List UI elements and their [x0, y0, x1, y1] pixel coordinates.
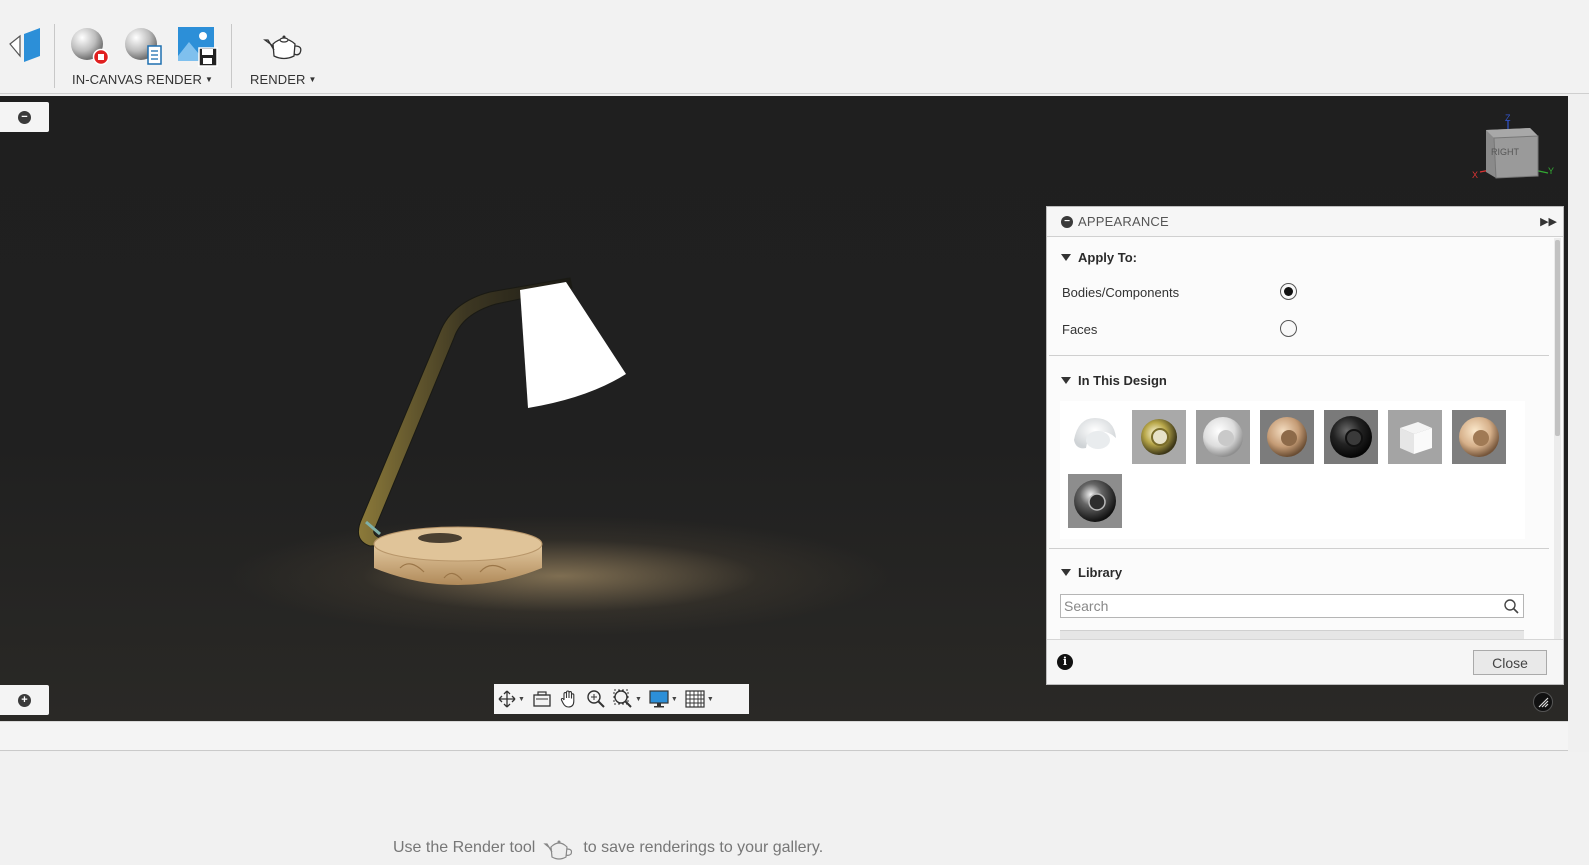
- viewcube-axis-x: X: [1472, 170, 1479, 180]
- scrollbar-thumb[interactable]: [1555, 240, 1560, 436]
- design-appearances-grid: [1060, 401, 1525, 539]
- render-mode-corner-icon[interactable]: [1533, 692, 1553, 712]
- library-search-box[interactable]: [1060, 594, 1524, 618]
- appearance-panel-header[interactable]: − APPEARANCE ▶▶: [1047, 207, 1563, 237]
- render-toolbar: IN-CANVAS RENDER ▼ RENDER ▼: [0, 0, 1589, 94]
- render-teapot-icon: [543, 840, 573, 860]
- orbit-icon: [498, 690, 516, 708]
- capture-image-icon[interactable]: [177, 26, 218, 67]
- in-this-design-section-header[interactable]: In This Design: [1061, 370, 1167, 390]
- section-divider: [1049, 548, 1549, 549]
- toolbar-separator: [54, 24, 55, 88]
- expand-timeline-button[interactable]: +: [0, 685, 49, 715]
- dark-chrome-material-icon[interactable]: [1068, 474, 1122, 528]
- white-glossy-material-icon[interactable]: [1068, 410, 1122, 464]
- plus-circle-icon: +: [18, 693, 31, 707]
- gallery-empty-message: Use the Render tool to save renderings t…: [393, 835, 823, 861]
- in-this-design-heading: In This Design: [1078, 372, 1167, 388]
- info-icon[interactable]: i: [1057, 654, 1073, 670]
- light-wood-material-icon[interactable]: [1260, 410, 1314, 464]
- render-teapot-icon[interactable]: [262, 26, 302, 66]
- grid-icon: [685, 690, 705, 708]
- monitor-icon: [649, 690, 669, 708]
- zoom-icon: [587, 690, 605, 708]
- zoom-tool[interactable]: [586, 689, 606, 709]
- orbit-tool[interactable]: ▼: [498, 690, 525, 708]
- zoom-window-icon: [613, 689, 632, 708]
- library-heading: Library: [1078, 564, 1123, 580]
- apply-to-section-header[interactable]: Apply To:: [1061, 247, 1137, 267]
- black-rubber-material-icon[interactable]: [1324, 410, 1378, 464]
- gallery-message-text-end: to save renderings to your gallery.: [583, 839, 824, 856]
- display-settings-tool[interactable]: ▼: [649, 690, 678, 708]
- appearance-panel-content: Apply To: Bodies/Components Faces In Thi…: [1047, 238, 1553, 640]
- hand-pan-icon: [560, 690, 575, 708]
- close-button[interactable]: Close: [1473, 650, 1547, 675]
- panel-title: APPEARANCE: [1078, 214, 1169, 229]
- gallery-message-text-start: Use the Render tool: [393, 839, 536, 856]
- pearl-white-material-icon[interactable]: [1196, 410, 1250, 464]
- chevron-down-icon: ▼: [518, 695, 525, 703]
- render-workspace: IN-CANVAS RENDER ▼ RENDER ▼ − + RIGHT X …: [0, 0, 1589, 865]
- library-section-header[interactable]: Library: [1061, 562, 1122, 582]
- chevron-down-icon: ▼: [706, 695, 714, 703]
- in-canvas-render-settings-icon[interactable]: [122, 26, 162, 66]
- look-at-tool[interactable]: [532, 690, 552, 708]
- rendering-gallery-header: [0, 721, 1568, 751]
- panel-scrollbar[interactable]: [1554, 238, 1561, 640]
- pale-wood-material-icon[interactable]: [1452, 410, 1506, 464]
- bodies-components-radio[interactable]: [1280, 283, 1297, 300]
- gold-chrome-material-icon[interactable]: [1132, 410, 1186, 464]
- pan-tool[interactable]: [559, 689, 579, 709]
- rendering-gallery: Use the Render tool to save renderings t…: [0, 752, 1589, 865]
- collapse-triangle-icon: [1061, 568, 1071, 576]
- viewcube-axis-y: Y: [1548, 166, 1555, 176]
- render-menu[interactable]: RENDER ▼: [250, 72, 317, 87]
- viewcube-axis-z: Z: [1505, 113, 1511, 123]
- apply-to-bodies-option[interactable]: Bodies/Components: [1062, 283, 1297, 300]
- minus-circle-icon: −: [18, 110, 31, 124]
- apply-to-faces-option[interactable]: Faces: [1062, 320, 1297, 337]
- viewcube-face-label: RIGHT: [1491, 147, 1519, 157]
- in-canvas-render-start-icon[interactable]: [68, 26, 110, 66]
- minus-circle-icon[interactable]: −: [1061, 215, 1073, 228]
- toolbar-separator: [231, 24, 232, 88]
- grid-settings-tool[interactable]: ▼: [685, 690, 714, 708]
- library-search-input[interactable]: [1061, 595, 1491, 617]
- chevron-down-icon: ▼: [670, 695, 678, 703]
- chevron-down-icon: ▼: [634, 695, 642, 703]
- collapse-browser-button[interactable]: −: [0, 102, 49, 132]
- apply-to-heading: Apply To:: [1078, 249, 1137, 265]
- workspace-switch-icon[interactable]: [4, 26, 40, 64]
- navigation-bar: ▼ ▼ ▼ ▼: [494, 684, 749, 714]
- in-canvas-render-label: IN-CANVAS RENDER: [72, 72, 202, 87]
- appearance-panel-footer: i Close: [1047, 639, 1563, 684]
- fit-tool[interactable]: ▼: [613, 689, 642, 709]
- view-cube[interactable]: RIGHT X Y Z: [1470, 113, 1560, 186]
- collapse-triangle-icon: [1061, 253, 1071, 261]
- bodies-components-label: Bodies/Components: [1062, 285, 1180, 300]
- faces-label: Faces: [1062, 322, 1098, 337]
- collapse-triangle-icon: [1061, 376, 1071, 384]
- desk-lamp-model[interactable]: [340, 272, 650, 602]
- faces-radio[interactable]: [1280, 320, 1297, 337]
- appearance-panel: − APPEARANCE ▶▶ Apply To: Bodies/Compone…: [1046, 206, 1564, 685]
- in-canvas-render-menu[interactable]: IN-CANVAS RENDER ▼: [72, 72, 213, 87]
- search-icon[interactable]: [1503, 598, 1520, 615]
- chevron-down-icon: ▼: [308, 75, 317, 84]
- chevron-down-icon: ▼: [204, 75, 213, 84]
- section-divider: [1049, 355, 1549, 356]
- expand-panel-icon[interactable]: ▶▶: [1540, 215, 1557, 228]
- look-at-icon: [533, 691, 551, 707]
- render-label: RENDER: [250, 72, 306, 87]
- white-cube-material-icon[interactable]: [1388, 410, 1442, 464]
